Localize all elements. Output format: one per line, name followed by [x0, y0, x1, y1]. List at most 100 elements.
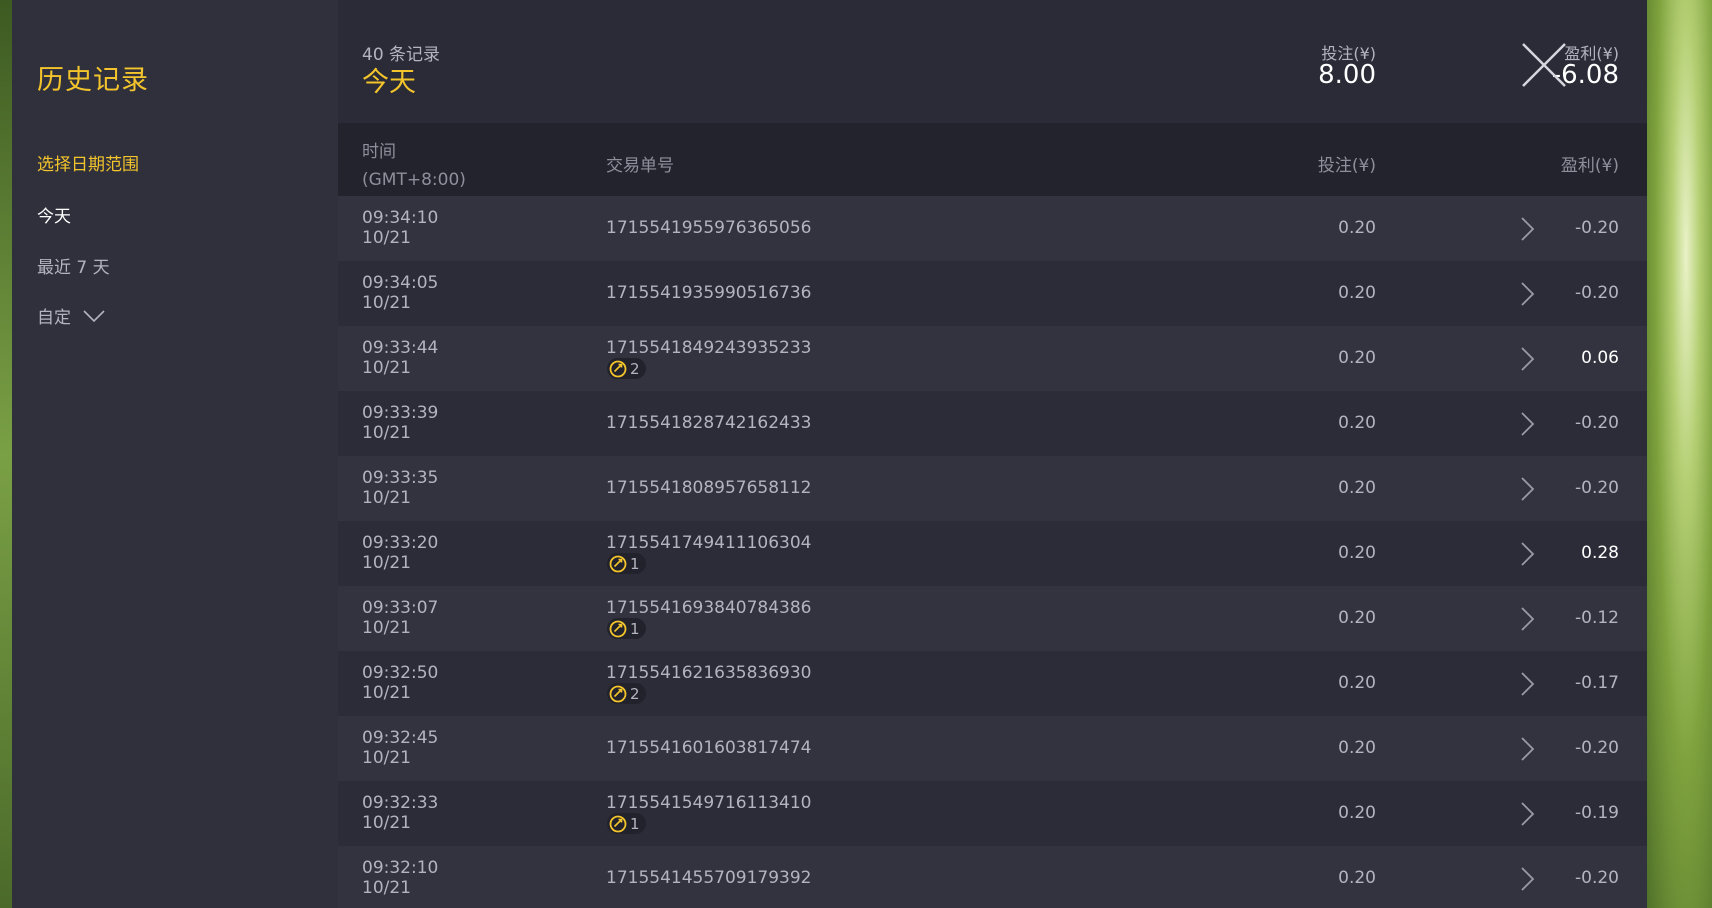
row-transaction-id: 1715541808957658112: [606, 478, 812, 498]
row-date: 10/21: [362, 878, 411, 898]
chevron-right-icon: [1521, 217, 1535, 241]
table-row[interactable]: 09:34:10 10/21 1715541955976365056 0.20 -0.2…: [338, 196, 1647, 261]
row-time: 09:33:35: [362, 468, 439, 488]
date-range-heading: 选择日期范围: [37, 155, 139, 175]
row-bet: 0.20: [1338, 348, 1376, 368]
row-bet: 0.20: [1338, 868, 1376, 888]
row-time-cell: 09:34:10 10/21: [362, 208, 438, 248]
chevron-right-icon: [1521, 672, 1535, 696]
row-date: 10/21: [362, 553, 411, 573]
table-row[interactable]: 09:33:07 10/21 1715541693840784386 1 0.20 -0.…: [338, 586, 1647, 651]
table-row[interactable]: 09:33:44 10/21 1715541849243935233 2 0.20 0.0…: [338, 326, 1647, 391]
row-detail-button[interactable]: [1519, 476, 1535, 502]
row-time: 09:32:45: [362, 728, 439, 748]
free-spin-badge: 2: [607, 683, 646, 704]
row-time: 09:32:10: [362, 858, 439, 878]
row-time-cell: 09:33:35 10/21: [362, 468, 438, 508]
row-date: 10/21: [362, 683, 411, 703]
chevron-right-icon: [1521, 737, 1535, 761]
row-bet: 0.20: [1338, 803, 1376, 823]
row-transaction-id-cell: 1715541601603817474: [606, 738, 812, 758]
row-bet: 0.20: [1338, 673, 1376, 693]
row-detail-button[interactable]: [1519, 541, 1535, 567]
row-detail-button[interactable]: [1519, 801, 1535, 827]
row-date: 10/21: [362, 488, 411, 508]
main-content: 40 条记录 今天 投注(¥) 8.00 盈利(¥) -6.08 时间 (GMT…: [338, 0, 1647, 908]
row-time: 09:33:07: [362, 598, 439, 618]
chevron-right-icon: [1521, 802, 1535, 826]
table-body: 09:34:10 10/21 1715541955976365056 0.20 -0.2…: [338, 196, 1647, 908]
row-time: 09:33:20: [362, 533, 439, 553]
column-header-timezone: (GMT+8:00): [362, 170, 466, 190]
table-row[interactable]: 09:33:39 10/21 1715541828742162433 0.20 -0.2…: [338, 391, 1647, 456]
row-time: 09:33:44: [362, 338, 439, 358]
background-right: [1647, 0, 1712, 908]
row-bet: 0.20: [1338, 218, 1376, 238]
row-transaction-id: 1715541455709179392: [606, 868, 812, 888]
row-detail-button[interactable]: [1519, 411, 1535, 437]
row-detail-button[interactable]: [1519, 346, 1535, 372]
row-detail-button[interactable]: [1519, 866, 1535, 892]
row-transaction-id-cell: 1715541935990516736: [606, 283, 812, 303]
row-time: 09:33:39: [362, 403, 439, 423]
row-detail-button[interactable]: [1519, 216, 1535, 242]
row-bet: 0.20: [1338, 608, 1376, 628]
free-spin-badge: 1: [607, 813, 646, 834]
row-transaction-id-cell: 1715541849243935233 2: [606, 338, 812, 383]
free-spin-badge: 1: [607, 553, 646, 574]
chevron-right-icon: [1521, 867, 1535, 891]
row-transaction-id: 1715541621635836930: [606, 663, 812, 683]
chevron-right-icon: [1521, 282, 1535, 306]
table-row[interactable]: 09:34:05 10/21 1715541935990516736 0.20 -0.2…: [338, 261, 1647, 326]
row-time-cell: 09:32:33 10/21: [362, 793, 438, 833]
row-transaction-id-cell: 1715541955976365056: [606, 218, 812, 238]
row-transaction-id: 1715541935990516736: [606, 283, 812, 303]
sidebar-item-last-7-days[interactable]: 最近 7 天: [37, 253, 110, 278]
row-transaction-id-cell: 1715541693840784386 1: [606, 598, 812, 643]
sidebar-item-custom-label: 自定: [37, 308, 71, 328]
table-row[interactable]: 09:33:20 10/21 1715541749411106304 1 0.20 0.2…: [338, 521, 1647, 586]
table-row[interactable]: 09:32:50 10/21 1715541621635836930 2 0.20 -0.…: [338, 651, 1647, 716]
history-panel: 历史记录 选择日期范围 今天 最近 7 天 自定 40 条记录 今天 投注(¥)…: [12, 0, 1647, 908]
badge-count: 2: [630, 684, 640, 703]
row-transaction-id-cell: 1715541808957658112: [606, 478, 812, 498]
row-date: 10/21: [362, 813, 411, 833]
table-row[interactable]: 09:32:10 10/21 1715541455709179392 0.20 -0.2…: [338, 846, 1647, 908]
table-row[interactable]: 09:32:45 10/21 1715541601603817474 0.20 -0.2…: [338, 716, 1647, 781]
sidebar-title: 历史记录: [37, 65, 149, 96]
column-header-time-label: 时间: [362, 142, 396, 162]
row-detail-button[interactable]: [1519, 281, 1535, 307]
row-time: 09:32:33: [362, 793, 439, 813]
table-row[interactable]: 09:32:33 10/21 1715541549716113410 1 0.20 -0.…: [338, 781, 1647, 846]
row-transaction-id-cell: 1715541828742162433: [606, 413, 812, 433]
row-time-cell: 09:32:10 10/21: [362, 858, 438, 898]
row-transaction-id: 1715541828742162433: [606, 413, 812, 433]
bet-total-value: 8.00: [1318, 60, 1376, 90]
badge-count: 1: [630, 619, 640, 638]
column-header-time: 时间 (GMT+8:00): [362, 138, 466, 194]
sidebar-item-today[interactable]: 今天: [37, 202, 71, 227]
row-detail-button[interactable]: [1519, 671, 1535, 697]
row-date: 10/21: [362, 228, 411, 248]
row-transaction-id-cell: 1715541455709179392: [606, 868, 812, 888]
row-time-cell: 09:33:20 10/21: [362, 533, 438, 573]
selected-period: 今天: [362, 67, 416, 98]
row-transaction-id: 1715541601603817474: [606, 738, 812, 758]
row-detail-button[interactable]: [1519, 736, 1535, 762]
row-transaction-id-cell: 1715541549716113410 1: [606, 793, 812, 838]
row-bet: 0.20: [1338, 478, 1376, 498]
row-date: 10/21: [362, 423, 411, 443]
close-button[interactable]: [1519, 40, 1569, 90]
row-time-cell: 09:34:05 10/21: [362, 273, 438, 313]
table-row[interactable]: 09:33:35 10/21 1715541808957658112 0.20 -0.2…: [338, 456, 1647, 521]
row-time: 09:34:05: [362, 273, 439, 293]
free-spin-icon: [609, 555, 627, 572]
row-transaction-id: 1715541693840784386: [606, 598, 812, 618]
free-spin-icon: [609, 360, 627, 377]
summary-header: 40 条记录 今天 投注(¥) 8.00 盈利(¥) -6.08: [338, 0, 1647, 124]
sidebar-item-custom[interactable]: 自定: [37, 303, 106, 328]
row-transaction-id: 1715541849243935233: [606, 338, 812, 358]
badge-count: 1: [630, 554, 640, 573]
column-header-profit: 盈利(¥): [1560, 156, 1619, 176]
row-detail-button[interactable]: [1519, 606, 1535, 632]
